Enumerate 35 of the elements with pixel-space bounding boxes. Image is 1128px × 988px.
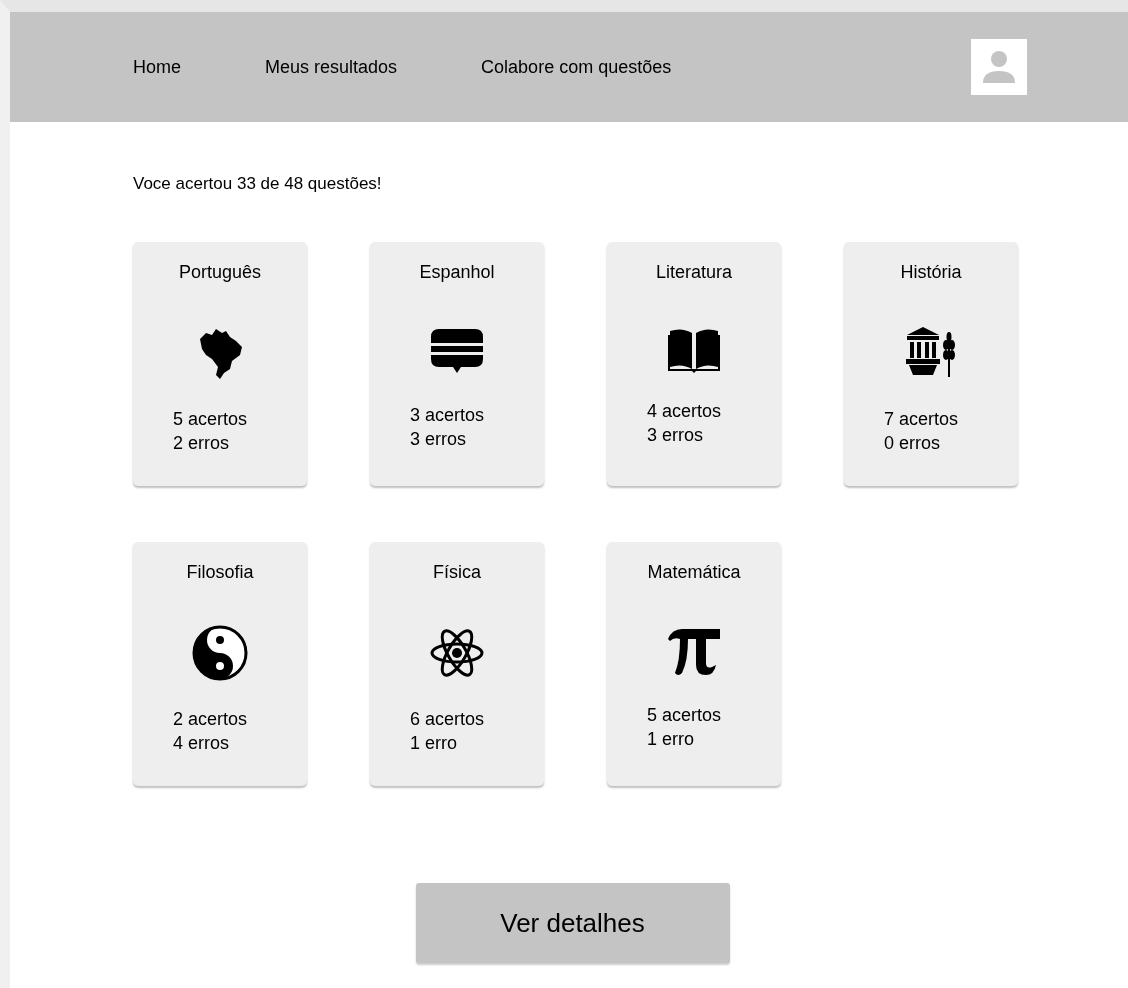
subject-card[interactable]: Literatura 4 acertos 3 erros — [607, 242, 781, 486]
correct-count: 4 acertos — [647, 400, 722, 423]
details-button[interactable]: Ver detalhes — [415, 883, 730, 963]
subject-title: Literatura — [655, 262, 732, 283]
nav-link[interactable]: Home — [133, 56, 181, 78]
user-avatar[interactable] — [971, 39, 1027, 95]
error-count: 0 erros — [884, 432, 942, 455]
correct-count: 5 acertos — [173, 408, 248, 431]
subject-title: Filosofia — [186, 562, 254, 583]
correct-count: 6 acertos — [410, 708, 485, 731]
error-count: 2 erros — [173, 432, 231, 455]
error-count: 4 erros — [173, 732, 231, 755]
error-count: 3 erros — [647, 424, 705, 447]
error-count: 1 erro — [647, 728, 696, 751]
correct-count: 2 acertos — [173, 708, 248, 731]
yin-yang-icon — [192, 625, 248, 681]
correct-count: 5 acertos — [647, 704, 722, 727]
error-count: 1 erro — [410, 732, 459, 755]
correct-count: 7 acertos — [884, 408, 959, 431]
nav-link[interactable]: Meus resultados — [265, 56, 398, 78]
error-count: 3 erros — [410, 428, 468, 451]
nav-link[interactable]: Colabore com questões — [481, 56, 672, 78]
subject-title: História — [900, 262, 962, 283]
subject-card[interactable]: Espanhol 3 acertos 3 erros — [370, 242, 544, 486]
subject-title: Física — [433, 562, 481, 583]
subject-card[interactable]: Português 5 acertos 2 erros — [133, 242, 307, 486]
subject-card[interactable]: História 7 acertos 0 erros — [844, 242, 1018, 486]
subject-title: Português — [178, 262, 262, 283]
subject-title: Espanhol — [419, 262, 495, 283]
subject-title: Matemática — [647, 562, 741, 583]
subject-card[interactable]: Filosofia 2 acertos 4 erros — [133, 542, 307, 786]
subject-card[interactable]: Física 6 acertos 1 erro — [370, 542, 544, 786]
score-summary: Voce acertou 33 de 48 questões! — [133, 174, 383, 194]
subject-card[interactable]: Matemática 5 acertos 1 erro — [607, 542, 781, 786]
correct-count: 3 acertos — [410, 404, 485, 427]
